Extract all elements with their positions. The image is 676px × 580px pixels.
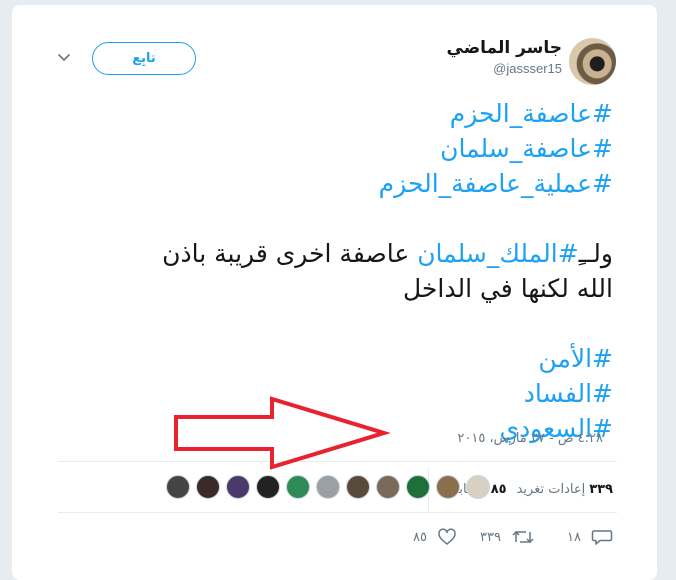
hashtag-link[interactable]: #الملك_سلمان [417,239,578,268]
likes-count: ٨٥ [490,482,507,497]
heart-icon [438,528,456,545]
author-avatar[interactable] [569,38,616,85]
retweet-action[interactable]: ٣٣٩ [480,527,535,547]
reply-count: ١٨ [567,529,581,545]
chevron-down-icon[interactable] [56,49,72,65]
reply-action[interactable]: ١٨ [567,527,613,547]
hashtag-link[interactable]: #الأمن [538,344,613,373]
like-count: ٨٥ [413,529,427,545]
liker-avatar[interactable] [346,475,370,499]
liker-avatar[interactable] [196,475,220,499]
liker-avatar[interactable] [316,475,340,499]
like-action[interactable]: ٨٥ [413,527,457,547]
retweet-icon [512,530,534,544]
liker-avatar[interactable] [256,475,280,499]
liker-avatar[interactable] [406,475,430,499]
tweet-body-line2: الله لكنها في الداخل [403,274,613,303]
hashtag-link[interactable]: #عاصفة_الحزم [450,99,613,128]
likers-avatars [160,475,490,499]
tweet-text: #عاصفة_الحزم #عاصفة_سلمان #عملية_عاصفة_ا… [53,96,613,446]
annotation-arrow [174,396,391,470]
retweet-count: ٣٣٩ [480,529,501,545]
liker-avatar[interactable] [436,475,460,499]
hashtag-link[interactable]: #الفساد [524,379,613,408]
follow-button-label: تابِع [132,51,156,66]
reply-icon [591,530,613,545]
divider [58,512,617,513]
hashtag-link[interactable]: #عاصفة_سلمان [440,134,613,163]
tweet-body-prefix: ولــِ [578,239,613,268]
tweet-body-suffix: عاصفة اخرى قريبة باذن [162,239,418,268]
liker-avatar[interactable] [286,475,310,499]
tweet-actions: ١٨ ٣٣٩ ٨٥ [12,527,657,549]
retweets-count: ٣٣٩ [589,482,613,497]
retweets-label: إعادات تغريد [516,482,586,497]
liker-avatar[interactable] [226,475,250,499]
tweet-timestamp[interactable]: ٤:٢٨ ص - ٢٧ مارس، ٢٠١٥ [457,431,603,446]
retweets-stat[interactable]: ٣٣٩إعادات تغريد [517,482,613,497]
author-display-name[interactable]: جاسر الماضي [447,38,562,58]
follow-button[interactable]: تابِع [92,42,196,75]
tweet-card: جاسر الماضي @jassser15 تابِع #عاصفة_الحز… [12,5,657,580]
hashtag-link[interactable]: #عملية_عاصفة_الحزم [379,169,613,198]
author-handle[interactable]: @jassser15 [493,61,562,76]
liker-avatar[interactable] [376,475,400,499]
liker-avatar[interactable] [166,475,190,499]
liker-avatar[interactable] [466,475,490,499]
